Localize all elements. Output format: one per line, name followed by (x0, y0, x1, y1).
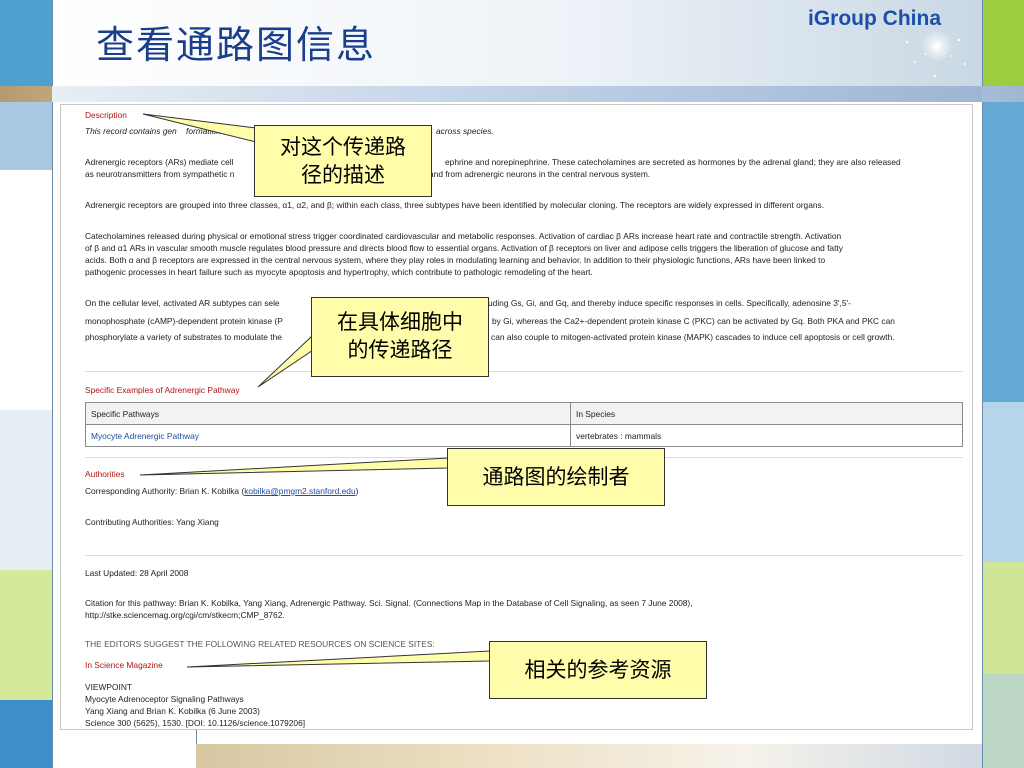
separator (85, 555, 963, 556)
frame-line-left (52, 0, 53, 768)
para5-line2-b: by Gi, whereas the Ca2+-dependent protei… (492, 316, 895, 326)
bottom-decorative-band (196, 744, 982, 768)
citation-line1: Citation for this pathway: Brian K. Kobi… (85, 598, 693, 608)
last-updated: Last Updated: 28 April 2008 (85, 568, 189, 578)
left-bar-block-blue (0, 0, 52, 86)
callout-cell-line1: 在具体细胞中 (337, 310, 463, 334)
resource-reference: Science 300 (5625), 1530. [DOI: 10.1126/… (85, 718, 306, 728)
para2-line2-a: as neurotransmitters from sympathetic n (85, 169, 235, 179)
sparkle-icon (905, 30, 966, 78)
citation-line2: http://stke.sciencemag.org/cgi/cm/stkecm… (85, 610, 285, 620)
separator (85, 371, 963, 372)
authority-email-link[interactable]: kobilka@pmgm2.stanford.edu (244, 486, 355, 496)
description-intro-a: This record contains gen (85, 126, 177, 136)
right-decorative-bar (982, 0, 1024, 768)
right-bar-block-bottom (982, 674, 1024, 768)
table-header-species: In Species (570, 402, 963, 425)
callout-cell-pathway: 在具体细胞中 的传递路径 (311, 297, 489, 377)
para3: Adrenergic receptors are grouped into th… (85, 200, 825, 210)
table-header-pathways: Specific Pathways (85, 402, 571, 425)
contributing-authorities: Contributing Authorities: Yang Xiang (85, 517, 219, 527)
table-cell-species: vertebrates : mammals (570, 424, 963, 447)
para4-line2: of β and α1 ARs in vascular smooth muscl… (85, 243, 843, 253)
left-bar-block-light (0, 102, 52, 170)
resource-authors: Yang Xiang and Brian K. Kobilka (6 June … (85, 706, 260, 716)
callout-resources: 相关的参考资源 (489, 641, 707, 699)
para5-line1-a: On the cellular level, activated AR subt… (85, 298, 280, 308)
examples-heading: Specific Examples of Adrenergic Pathway (85, 385, 240, 395)
para5-line3-a: phosphorylate a variety of substrates to… (85, 332, 282, 342)
callout-description-line1: 对这个传递路 (280, 135, 406, 159)
para2-line1-b: ephrine and norepinephrine. These catech… (445, 157, 901, 167)
para4-line4: pathogenic processes in heart failure su… (85, 267, 593, 277)
right-bar-block-light (982, 402, 1024, 562)
description-intro-c: across species. (436, 126, 494, 136)
pathway-page-screenshot: Description This record contains gen for… (60, 104, 973, 730)
resource-title[interactable]: Myocyte Adrenoceptor Signaling Pathways (85, 694, 244, 704)
description-intro-b: formation (186, 126, 221, 136)
para4-line3: acids. Both α and β receptors are expres… (85, 255, 826, 265)
left-decorative-bar (0, 0, 52, 768)
para2-line1-a: Adrenergic receptors (ARs) mediate cell (85, 157, 234, 167)
left-bar-block-white (0, 170, 52, 410)
callout-description-line2: 径的描述 (301, 163, 385, 187)
frame-line-right (982, 0, 983, 768)
table-row: Myocyte Adrenergic Pathway (85, 424, 571, 447)
left-bar-block-green (0, 570, 52, 700)
myocyte-pathway-link[interactable]: Myocyte Adrenergic Pathway (91, 431, 199, 441)
para2-line2-b: and from adrenergic neurons in the centr… (429, 169, 651, 179)
top-decorative-band-inner (52, 86, 982, 102)
para5-line2-a: monophosphate (cAMP)-dependent protein k… (85, 316, 283, 326)
pathway-examples-table: Specific Pathways In Species Myocyte Adr… (85, 402, 963, 447)
right-bar-block-blue (982, 102, 1024, 402)
para5-line3-b: can also couple to mitogen-activated pro… (491, 332, 895, 342)
viewpoint-label: VIEWPOINT (85, 682, 132, 692)
para5-line1-b: uding Gs, Gi, and Gq, and thereby induce… (488, 298, 851, 308)
authorities-heading: Authorities (85, 469, 125, 479)
left-bar-block-pale (0, 410, 52, 570)
slide-title: 查看通路图信息 (96, 23, 377, 67)
callout-authors: 通路图的绘制者 (447, 448, 665, 506)
editors-suggest: THE EDITORS SUGGEST THE FOLLOWING RELATE… (85, 639, 435, 649)
para4-line1: Catecholamines released during physical … (85, 231, 842, 241)
left-bar-block-bottom (0, 700, 52, 768)
in-science-heading: In Science Magazine (85, 660, 163, 670)
corresponding-authority-suffix: ) (355, 486, 359, 496)
corresponding-authority: Corresponding Authority: Brian K. Kobilk… (85, 486, 358, 496)
callout-description: 对这个传递路 径的描述 (254, 125, 432, 197)
right-bar-block-lime (982, 562, 1024, 674)
description-heading: Description (85, 110, 127, 120)
corresponding-authority-label: Corresponding Authority: Brian K. Kobilk… (85, 486, 245, 496)
callout-cell-line2: 的传递路径 (347, 338, 453, 362)
right-bar-block-green (982, 0, 1024, 86)
